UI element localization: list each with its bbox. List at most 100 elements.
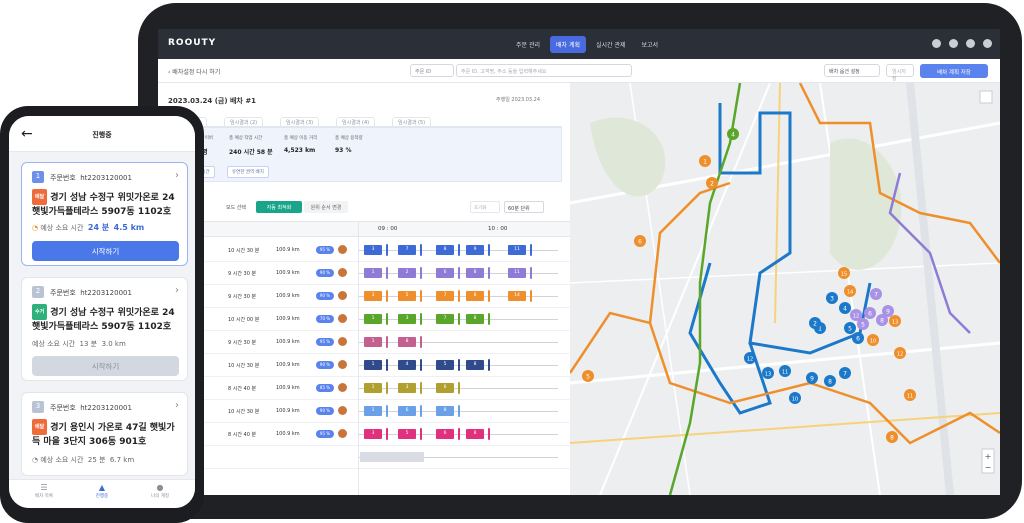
stop-bar[interactable]: 8 [466,268,484,278]
stop-tick[interactable] [488,313,490,325]
stop-bar[interactable]: 8 [466,429,484,439]
route-timeline[interactable]: 1 3 6 [358,377,558,400]
tab-result-2[interactable]: 임시결과 (2) [224,117,264,127]
order-card-1[interactable]: 1 주문번호 ht2203120001 › 배달 경기 성남 수정구 위밋가온로 … [21,162,188,266]
stop-tick[interactable] [420,359,422,371]
route-timeline[interactable]: 3 5 7 8 14 [358,285,558,308]
stop-tick[interactable] [420,405,422,417]
stop-tick[interactable] [458,290,460,302]
stop-tick[interactable] [386,290,388,302]
stop-tick[interactable] [386,267,388,279]
pin-orange-5[interactable]: 5 [582,370,594,382]
pin-orange-6[interactable]: 6 [634,235,646,247]
stop-tick[interactable] [530,290,532,302]
pin-blue-3[interactable]: 3 [826,292,838,304]
driver-avatar[interactable] [338,360,347,369]
pin-orange-10[interactable]: 10 [867,334,879,346]
stop-tick[interactable] [386,382,388,394]
avatar[interactable] [983,39,992,48]
gantt-row[interactable]: 주문 100 건10 시간 30 분100.9 km95 %378911 [158,239,570,262]
pin-purple-7[interactable]: 7 [870,288,882,300]
pin-blue-5[interactable]: 5 [844,322,856,334]
gantt-row[interactable]: 주문 90 건8 시간 40 분100.9 km95 %3568 [158,423,570,446]
tab-result-3[interactable]: 임시결과 (3) [280,117,320,127]
nav-dispatch-plan[interactable]: 배차 계획 [550,36,586,53]
driver-avatar[interactable] [338,314,347,323]
start-button[interactable]: 시작하기 [32,241,179,261]
stop-bar[interactable]: 7 [436,291,454,301]
gantt-row[interactable]: 주문 98 건10 시간 30 분100.9 km90 %168 [158,400,570,423]
stop-tick[interactable] [488,267,490,279]
pin-blue-12[interactable]: 12 [744,352,756,364]
nav-my-account[interactable]: ● 나의 계정 [135,483,185,499]
stop-bar[interactable]: 7 [398,245,416,255]
nav-reports[interactable]: 보고서 [636,36,665,53]
nav-realtime-control[interactable]: 실시간 관제 [590,36,632,53]
nav-dispatch-list[interactable]: ☰ 배차 목록 [19,483,69,499]
stop-bar[interactable]: 6 [436,268,454,278]
stop-tick[interactable] [530,244,532,256]
gantt-row[interactable]: 주문 90 건9 시간 30 분100.9 km90 %126811 [158,262,570,285]
nav-order-management[interactable]: 주문 관리 [510,36,546,53]
route-timeline[interactable]: 1 6 8 [358,400,558,423]
chevron-right-icon[interactable]: › [175,400,179,411]
auto-optimize-toggle[interactable]: 자동 최적화 [256,201,302,213]
stop-tick[interactable] [458,359,460,371]
stop-tick[interactable] [458,382,460,394]
pin-purple-12[interactable]: 12 [850,309,862,321]
bell-icon[interactable] [932,39,941,48]
back-to-settings-link[interactable]: ‹ 배차설정 다시 하기 [168,67,220,76]
stop-tick[interactable] [386,244,388,256]
stop-bar[interactable]: 6 [436,383,454,393]
route-timeline[interactable]: 18 [358,331,558,354]
stop-bar[interactable]: 6 [436,429,454,439]
tab-result-4[interactable]: 임시결과 (4) [336,117,376,127]
stop-bar[interactable]: 2 [398,268,416,278]
pin-orange-11[interactable]: 11 [904,389,916,401]
pin-orange-1[interactable]: 1 [699,155,711,167]
order-card-2[interactable]: 2 주문번호 ht2203120001 › 수거 경기 성남 수정구 위밋가온로 … [21,277,188,381]
stop-tick[interactable] [488,290,490,302]
help-icon[interactable] [949,39,958,48]
reset-button[interactable]: 초기화 [470,201,500,213]
pin-orange-12[interactable]: 12 [894,347,906,359]
stop-bar[interactable]: 3 [364,429,382,439]
pin-blue-10[interactable]: 10 [789,392,801,404]
stop-tick[interactable] [420,267,422,279]
driver-avatar[interactable] [338,406,347,415]
stop-bar[interactable]: 7 [436,314,454,324]
stop-bar[interactable]: 3 [364,291,382,301]
stop-tick[interactable] [458,428,460,440]
pin-orange-13[interactable]: 13 [889,315,901,327]
tab-result-5[interactable]: 임시결과 (5) [392,117,432,127]
route-timeline[interactable]: 3 7 8 9 11 [358,239,558,262]
stop-tick[interactable] [488,244,490,256]
pin-orange-14[interactable]: 14 [844,285,856,297]
stop-tick[interactable] [386,405,388,417]
gantt-row[interactable]: 주문 90 건9 시간 30 분100.9 km90 %357814 [158,285,570,308]
stop-tick[interactable] [420,244,422,256]
pin-green-4[interactable]: 4 [727,128,739,140]
stop-tick[interactable] [386,428,388,440]
driver-avatar[interactable] [338,291,347,300]
pin-blue-8[interactable]: 8 [824,375,836,387]
stop-bar[interactable]: 1 [364,314,382,324]
gantt-row[interactable]: 주문 99 건9 시간 30 분100.9 km95 %18 [158,331,570,354]
stop-bar[interactable]: 8 [466,291,484,301]
pin-blue-2[interactable]: 2 [809,317,821,329]
map-zoom-controls[interactable]: +− [981,448,995,474]
order-id-select[interactable]: 주문 ID [410,64,454,77]
stop-tick[interactable] [458,267,460,279]
stop-tick[interactable] [488,428,490,440]
pin-blue-13[interactable]: 13 [762,367,774,379]
stop-tick[interactable] [458,313,460,325]
stop-tick[interactable] [420,382,422,394]
stop-bar[interactable]: 4 [398,360,416,370]
chevron-right-icon[interactable]: › [175,285,179,296]
temp-save-button[interactable]: 임시저장 [886,64,914,82]
stop-tick[interactable] [530,267,532,279]
stop-bar[interactable]: 3 [398,314,416,324]
stop-bar[interactable]: 14 [508,291,526,301]
stop-tick[interactable] [488,359,490,371]
chevron-right-icon[interactable]: › [175,170,179,181]
